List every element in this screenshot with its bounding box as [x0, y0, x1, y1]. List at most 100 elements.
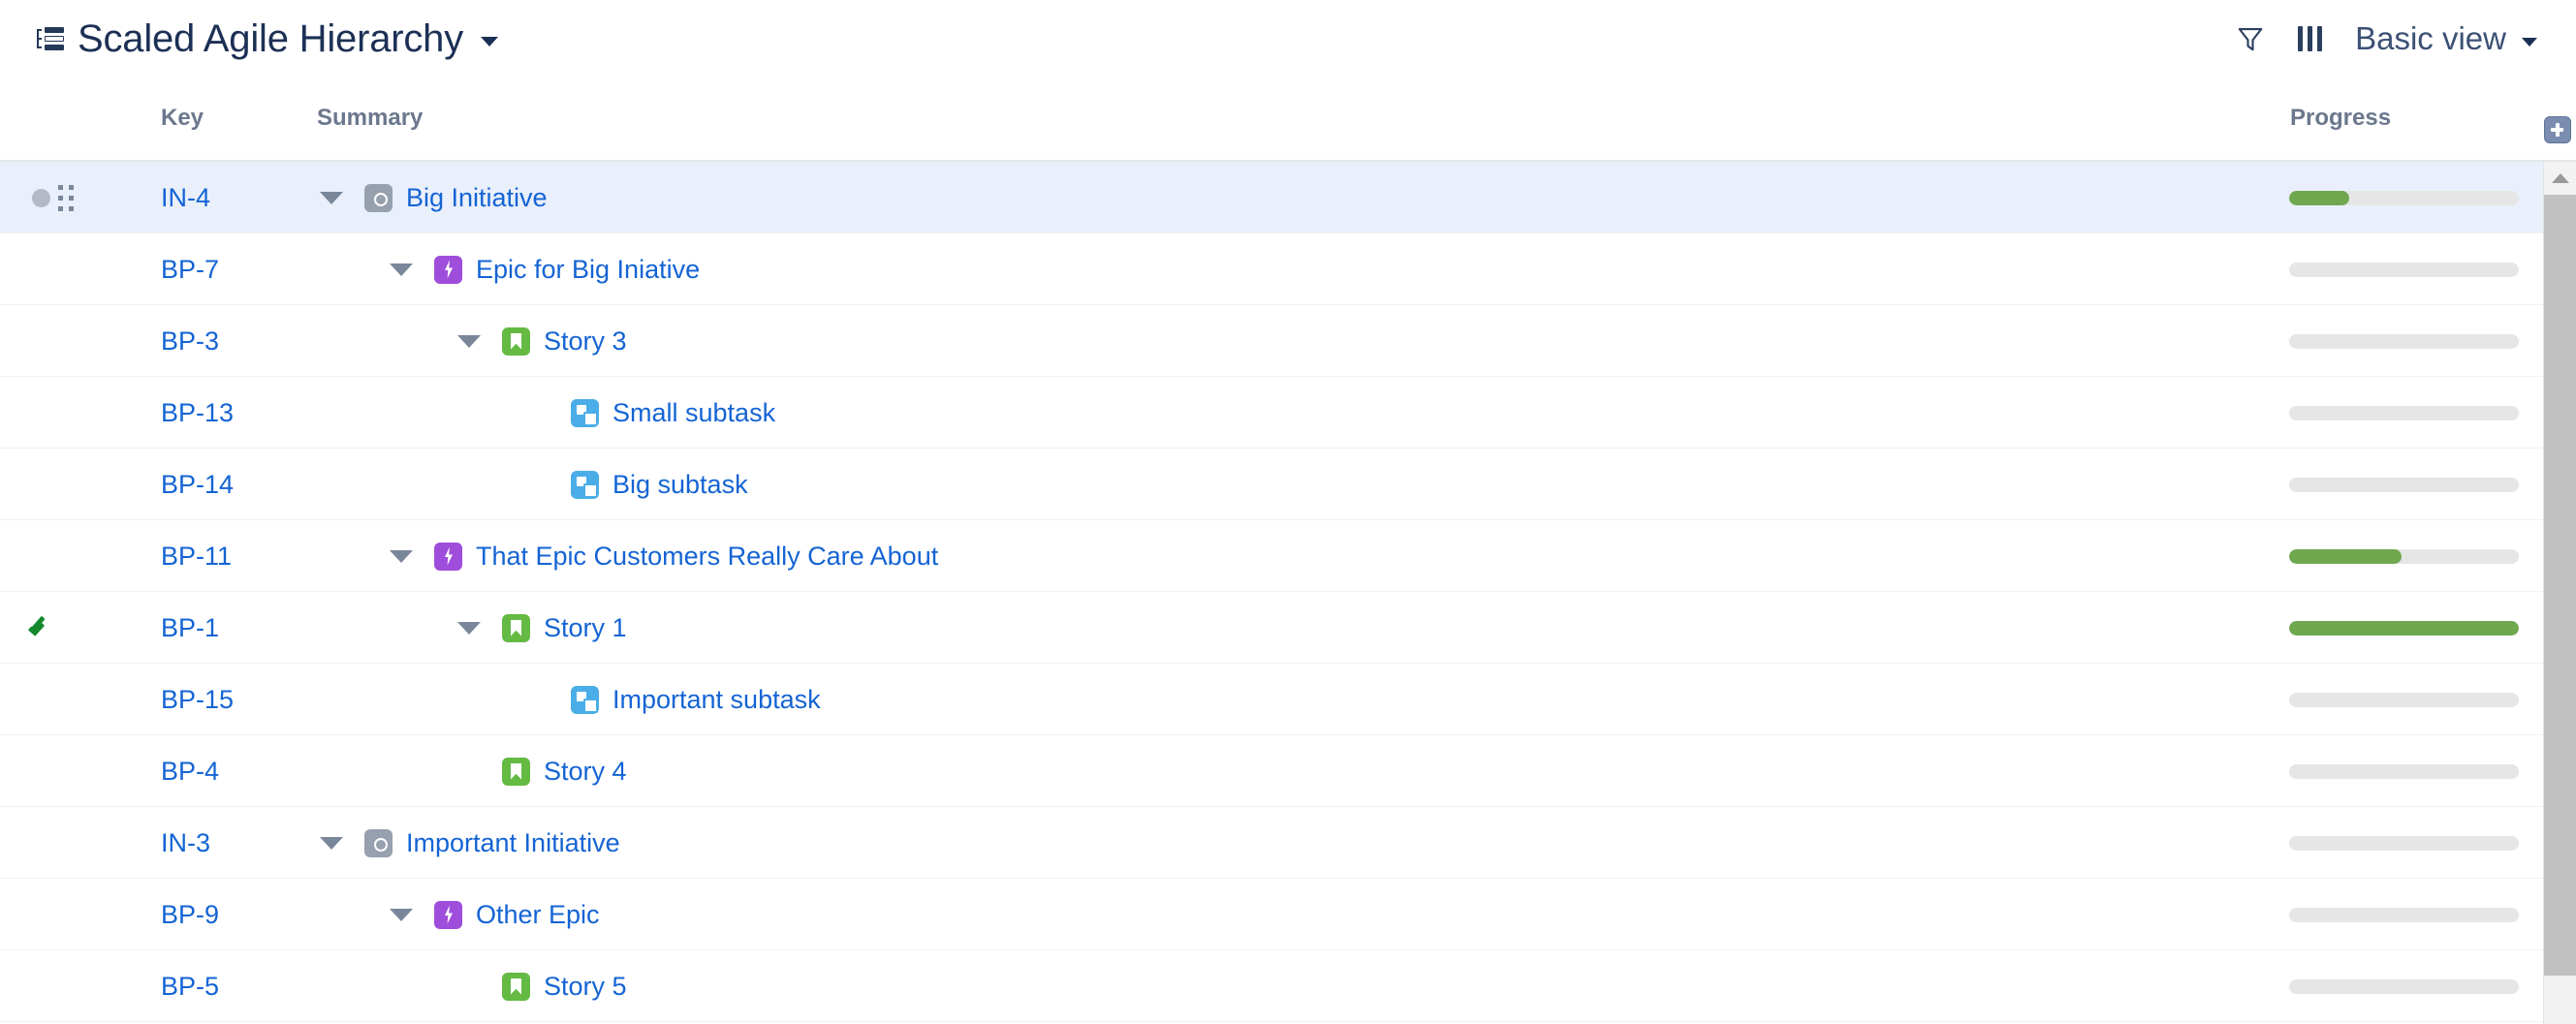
scrollbar-thumb[interactable] — [2544, 195, 2576, 976]
chevron-down-icon[interactable] — [481, 37, 499, 47]
epic-type-icon — [434, 542, 462, 571]
row-status-empty — [21, 377, 60, 449]
table-row[interactable]: BP-7 Epic for Big Iniative — [0, 233, 2576, 305]
issue-summary-link[interactable]: Story 3 — [544, 326, 627, 357]
progress-bar-track — [2289, 907, 2519, 922]
table-row[interactable]: IN-4 Big Initiative — [0, 162, 2576, 233]
filter-icon[interactable] — [2236, 24, 2265, 53]
issue-key-link[interactable]: BP-4 — [161, 735, 219, 807]
summary-cell: Story 1 — [457, 592, 627, 664]
progress-bar-fill — [2289, 620, 2519, 636]
column-header-progress[interactable]: Progress — [2290, 105, 2391, 132]
summary-cell: Story 5 — [457, 950, 627, 1022]
issue-summary-link[interactable]: Other Epic — [476, 900, 600, 930]
summary-cell: Small subtask — [526, 377, 775, 449]
row-status-empty — [21, 520, 60, 592]
issue-key-link[interactable]: IN-3 — [161, 807, 210, 879]
progress-cell — [2289, 950, 2519, 1022]
row-status-empty — [21, 664, 60, 735]
drag-handle-icon[interactable] — [56, 185, 78, 214]
summary-cell: Big Initiative — [320, 162, 548, 233]
column-header-summary[interactable]: Summary — [317, 105, 423, 132]
table-row[interactable]: BP-14 Big subtask — [0, 449, 2576, 520]
expand-toggle-icon[interactable] — [457, 621, 481, 635]
progress-cell — [2289, 162, 2519, 233]
expand-toggle-icon[interactable] — [320, 191, 343, 204]
issue-summary-link[interactable]: Story 1 — [544, 613, 627, 643]
issue-key-link[interactable]: BP-7 — [161, 233, 219, 305]
table-row[interactable]: BP-4 Story 4 — [0, 735, 2576, 807]
page-title[interactable]: Scaled Agile Hierarchy — [78, 17, 463, 61]
summary-cell: Important subtask — [526, 664, 821, 735]
epic-type-icon — [434, 900, 462, 929]
subtask-type-icon — [571, 398, 599, 427]
expand-toggle-icon[interactable] — [390, 263, 413, 276]
table-row[interactable]: BP-15 Important subtask — [0, 664, 2576, 735]
table-row[interactable]: BP-3 Story 3 — [0, 305, 2576, 377]
issue-summary-link[interactable]: Big subtask — [613, 470, 748, 500]
table-row[interactable]: BP-1 Story 1 — [0, 592, 2576, 664]
expand-toggle-icon[interactable] — [320, 836, 343, 850]
issue-summary-link[interactable]: Story 4 — [544, 757, 627, 787]
issue-key-link[interactable]: IN-4 — [161, 162, 210, 233]
progress-cell — [2289, 807, 2519, 879]
table-header: Key Summary Progress — [0, 78, 2576, 162]
progress-cell — [2289, 735, 2519, 807]
column-header-key[interactable]: Key — [161, 105, 204, 132]
status-dot-icon — [31, 188, 50, 207]
table-row[interactable]: IN-3 Important Initiative — [0, 807, 2576, 879]
progress-bar-fill — [2289, 190, 2349, 205]
expand-toggle-icon[interactable] — [390, 549, 413, 563]
issue-key-link[interactable]: BP-5 — [161, 950, 219, 1022]
table-row[interactable]: BP-13 Small subtask — [0, 377, 2576, 449]
progress-bar-track — [2289, 333, 2519, 349]
row-status-done — [21, 592, 60, 664]
issue-key-link[interactable]: BP-14 — [161, 449, 234, 520]
progress-bar-track — [2289, 835, 2519, 851]
summary-cell: That Epic Customers Really Care About — [390, 520, 938, 592]
summary-cell: Other Epic — [390, 879, 600, 950]
issue-summary-link[interactable]: Big Initiative — [406, 183, 548, 213]
issue-summary-link[interactable]: Epic for Big Iniative — [476, 255, 700, 285]
issue-key-link[interactable]: BP-1 — [161, 592, 219, 664]
progress-bar-track — [2289, 692, 2519, 707]
vertical-scrollbar[interactable] — [2543, 162, 2576, 1024]
row-status-empty — [21, 735, 60, 807]
chevron-up-icon[interactable] — [2544, 162, 2576, 193]
add-column-button[interactable] — [2544, 116, 2571, 143]
expand-toggle-icon[interactable] — [390, 908, 413, 921]
progress-bar-track — [2289, 620, 2519, 636]
progress-bar-track — [2289, 548, 2519, 564]
issue-summary-link[interactable]: Story 5 — [544, 972, 627, 1002]
subtask-type-icon — [571, 685, 599, 714]
table-row[interactable]: BP-5 Story 5 — [0, 950, 2576, 1022]
toolbar-left-group: Scaled Agile Hierarchy — [0, 17, 499, 61]
issue-summary-link[interactable]: Small subtask — [613, 398, 775, 428]
summary-cell: Important Initiative — [320, 807, 620, 879]
issue-summary-link[interactable]: Important subtask — [613, 685, 821, 715]
progress-cell — [2289, 305, 2519, 377]
issue-key-link[interactable]: BP-9 — [161, 879, 219, 950]
row-status-dot — [21, 162, 60, 233]
columns-icon[interactable] — [2298, 26, 2323, 51]
progress-bar-fill — [2289, 548, 2403, 564]
issue-key-link[interactable]: BP-3 — [161, 305, 219, 377]
issue-key-link[interactable]: BP-11 — [161, 520, 232, 592]
table-row[interactable]: BP-11 That Epic Customers Really Care Abo… — [0, 520, 2576, 592]
table-row[interactable]: BP-9 Other Epic — [0, 879, 2576, 950]
issue-key-link[interactable]: BP-13 — [161, 377, 234, 449]
row-status-empty — [21, 233, 60, 305]
initiative-type-icon — [364, 828, 393, 857]
issue-summary-link[interactable]: That Epic Customers Really Care About — [476, 542, 938, 572]
expand-toggle-icon[interactable] — [457, 334, 481, 348]
summary-cell: Story 3 — [457, 305, 627, 377]
view-selector[interactable]: Basic view — [2355, 20, 2537, 57]
toolbar-right-group: Basic view — [2236, 20, 2576, 57]
issue-summary-link[interactable]: Important Initiative — [406, 828, 620, 858]
progress-bar-track — [2289, 405, 2519, 420]
issue-key-link[interactable]: BP-15 — [161, 664, 234, 735]
row-status-empty — [21, 879, 60, 950]
row-status-empty — [21, 807, 60, 879]
summary-cell: Epic for Big Iniative — [390, 233, 700, 305]
progress-bar-track — [2289, 262, 2519, 277]
